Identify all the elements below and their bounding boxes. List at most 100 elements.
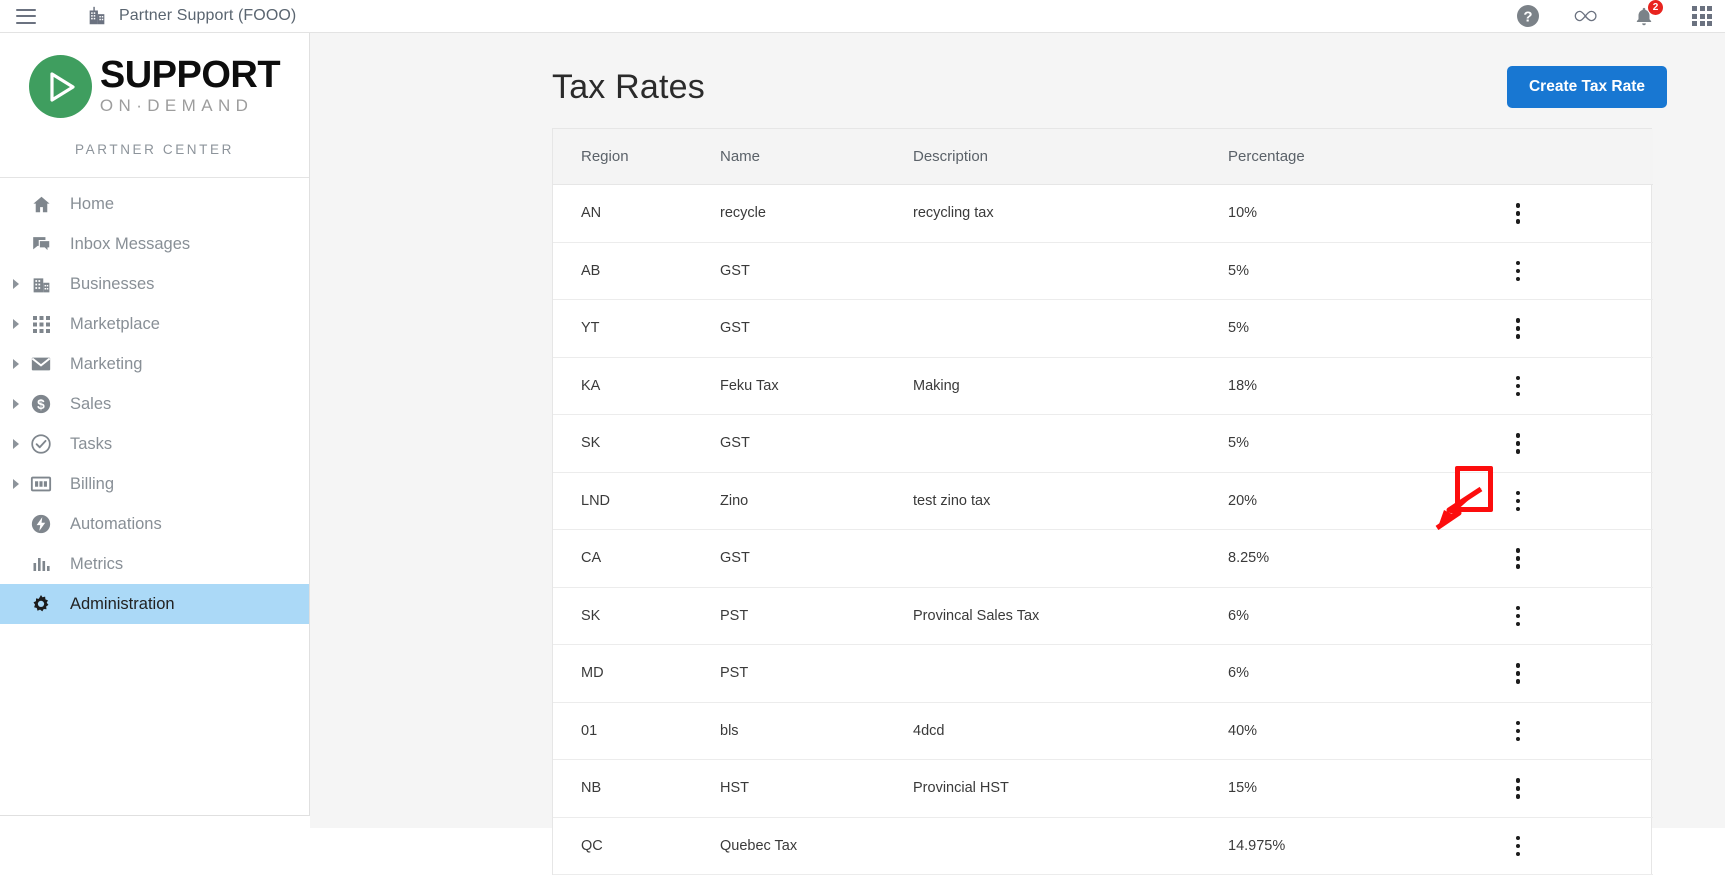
kebab-menu-icon[interactable]	[1507, 720, 1529, 741]
hamburger-icon[interactable]	[16, 8, 36, 24]
cell-name: GST	[720, 242, 913, 300]
cell-actions	[1441, 414, 1653, 473]
kebab-menu-icon[interactable]	[1507, 835, 1529, 856]
cell-percentage: 5%	[1228, 414, 1441, 473]
table-row[interactable]: 01 bls 4dcd 40%	[553, 702, 1653, 760]
table-row[interactable]: LND Zino test zino tax 20%	[553, 472, 1653, 530]
svg-text:$: $	[37, 397, 45, 412]
chevron-right-icon[interactable]	[8, 319, 24, 329]
help-circle-icon[interactable]: ?	[1515, 3, 1541, 29]
kebab-menu-icon[interactable]	[1507, 433, 1529, 454]
apps-grid-icon[interactable]	[1689, 3, 1715, 29]
sidebar: SUPPORT ON·DEMAND PARTNER CENTER Home In…	[0, 33, 310, 816]
sidebar-item-automations[interactable]: Automations	[0, 504, 309, 544]
cell-percentage: 20%	[1228, 472, 1441, 530]
dollar-circle-icon: $	[24, 393, 58, 415]
cell-description	[913, 242, 1228, 300]
column-header-percentage[interactable]: Percentage	[1228, 129, 1441, 185]
create-tax-rate-button[interactable]: Create Tax Rate	[1506, 66, 1667, 108]
sidebar-item-label: Administration	[70, 594, 175, 613]
chevron-right-icon[interactable]	[8, 439, 24, 449]
sidebar-item-sales[interactable]: $ Sales	[0, 384, 309, 424]
cell-description	[913, 817, 1228, 875]
table-row[interactable]: AN recycle recycling tax 10%	[553, 184, 1653, 243]
sidebar-item-label: Marketing	[70, 354, 143, 373]
cell-region: QC	[553, 817, 720, 875]
cell-name: PST	[720, 644, 913, 703]
cell-actions	[1441, 587, 1653, 645]
cell-percentage: 18%	[1228, 357, 1441, 415]
chevron-right-icon[interactable]	[8, 279, 24, 289]
sidebar-item-marketplace[interactable]: Marketplace	[0, 304, 309, 344]
cell-name: HST	[720, 759, 913, 818]
table-row[interactable]: CA GST 8.25%	[553, 529, 1653, 588]
chat-icon	[24, 234, 58, 255]
page-title: Tax Rates	[552, 68, 705, 106]
cell-percentage: 10%	[1228, 184, 1441, 243]
table-row[interactable]: AB GST 5%	[553, 242, 1653, 300]
table-row[interactable]: SK GST 5%	[553, 414, 1653, 473]
table-row[interactable]: KA Feku Tax Making 18%	[553, 357, 1653, 415]
cell-percentage: 8.25%	[1228, 529, 1441, 588]
sidebar-item-metrics[interactable]: Metrics	[0, 544, 309, 584]
cell-region: AB	[553, 242, 720, 300]
sidebar-item-label: Inbox Messages	[70, 234, 191, 253]
kebab-menu-icon[interactable]	[1507, 663, 1529, 684]
cell-name: GST	[720, 529, 913, 588]
chevron-right-icon[interactable]	[8, 399, 24, 409]
column-header-region[interactable]: Region	[553, 129, 720, 185]
kebab-menu-icon[interactable]	[1507, 318, 1529, 339]
cell-description: test zino tax	[913, 472, 1228, 530]
grid-dots-icon	[24, 315, 58, 334]
cell-region: LND	[553, 472, 720, 530]
main-content: Tax Rates Create Tax Rate Region Name De…	[310, 33, 1725, 875]
sidebar-item-billing[interactable]: Billing	[0, 464, 309, 504]
building-icon	[89, 6, 105, 25]
cell-actions	[1441, 759, 1653, 818]
kebab-menu-icon[interactable]	[1507, 605, 1529, 626]
chevron-right-icon[interactable]	[8, 479, 24, 489]
top-bar-title: Partner Support (FOOO)	[119, 7, 297, 24]
cell-description: 4dcd	[913, 702, 1228, 760]
kebab-menu-icon[interactable]	[1507, 548, 1529, 569]
envelope-icon	[24, 353, 58, 375]
bell-icon[interactable]: 2	[1631, 0, 1664, 29]
cell-percentage: 15%	[1228, 759, 1441, 818]
brand-subtitle: PARTNER CENTER	[75, 142, 234, 157]
sidebar-item-label: Home	[70, 194, 115, 213]
table-header-row: Region Name Description Percentage	[553, 129, 1653, 185]
kebab-menu-icon[interactable]	[1507, 490, 1529, 511]
sidebar-item-label: Businesses	[70, 274, 155, 293]
cell-description	[913, 414, 1228, 473]
brand-logo[interactable]: SUPPORT ON·DEMAND	[0, 33, 309, 118]
cell-description: Provincal Sales Tax	[913, 587, 1228, 645]
sidebar-item-marketing[interactable]: Marketing	[0, 344, 309, 384]
cell-region: MD	[553, 644, 720, 703]
check-circle-icon	[24, 433, 58, 455]
chevron-right-icon[interactable]	[8, 359, 24, 369]
sidebar-item-tasks[interactable]: Tasks	[0, 424, 309, 464]
kebab-menu-icon[interactable]	[1507, 375, 1529, 396]
column-header-description[interactable]: Description	[913, 129, 1228, 185]
table-row[interactable]: SK PST Provincal Sales Tax 6%	[553, 587, 1653, 645]
brand-secondary-text: ON·DEMAND	[99, 96, 254, 116]
kebab-menu-icon[interactable]	[1507, 260, 1529, 281]
cell-name: recycle	[720, 184, 913, 243]
table-row[interactable]: YT GST 5%	[553, 299, 1653, 358]
table-row[interactable]: NB HST Provincial HST 15%	[553, 759, 1653, 818]
sidebar-item-administration[interactable]: Administration	[0, 584, 309, 624]
cell-region: KA	[553, 357, 720, 415]
column-header-name[interactable]: Name	[720, 129, 913, 185]
sidebar-item-label: Tasks	[70, 434, 113, 453]
sidebar-item-businesses[interactable]: Businesses	[0, 264, 309, 304]
kebab-menu-icon[interactable]	[1507, 203, 1529, 224]
sidebar-item-label: Billing	[70, 474, 115, 493]
infinity-icon[interactable]	[1573, 3, 1599, 29]
table-row[interactable]: QC Quebec Tax 14.975%	[553, 817, 1653, 875]
table-row[interactable]: MD PST 6%	[553, 644, 1653, 703]
cell-percentage: 5%	[1228, 242, 1441, 300]
sidebar-item-home[interactable]: Home	[0, 184, 309, 224]
sidebar-item-inbox-messages[interactable]: Inbox Messages	[0, 224, 309, 264]
kebab-menu-icon[interactable]	[1507, 778, 1529, 799]
play-circle-logo-icon	[28, 55, 92, 118]
